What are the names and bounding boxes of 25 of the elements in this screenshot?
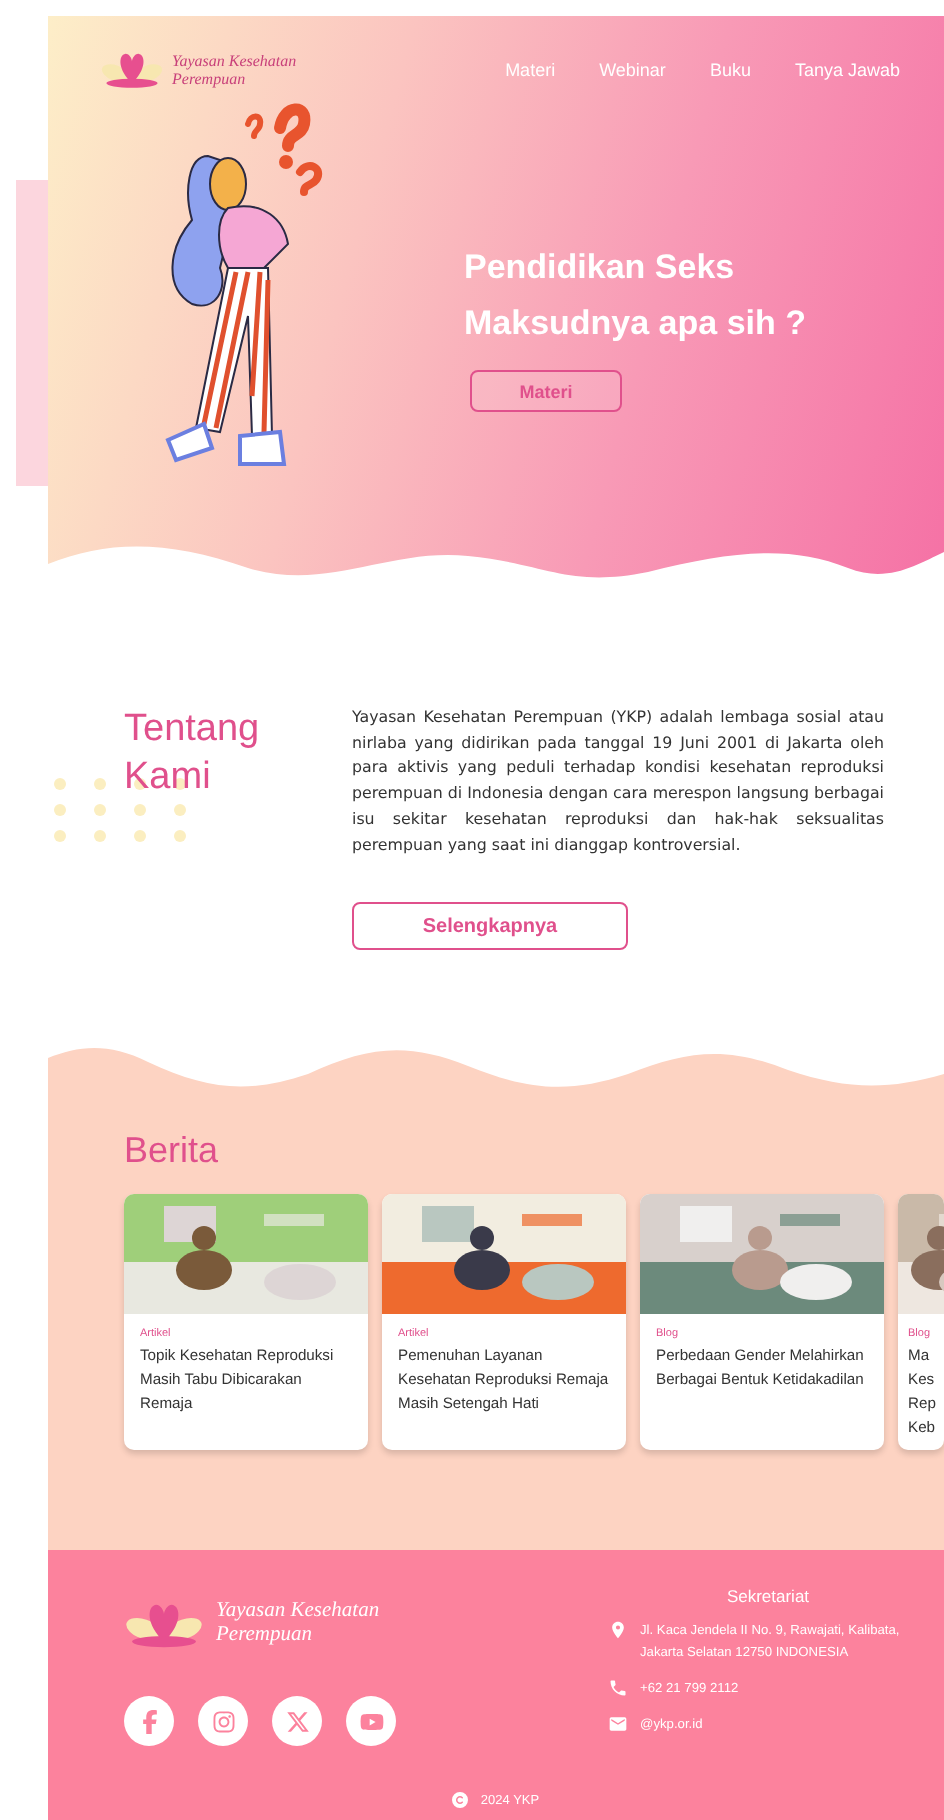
materi-button[interactable]: Materi: [470, 370, 622, 412]
facebook-link[interactable]: [124, 1696, 174, 1746]
section-heading: Berita: [124, 1130, 221, 1170]
facebook-icon: [137, 1709, 161, 1733]
youtube-icon: [359, 1709, 383, 1733]
x-icon: [285, 1709, 309, 1733]
read-more-button[interactable]: Selengkapnya: [352, 902, 628, 951]
lotus-logo-icon: [100, 50, 164, 90]
nav-link[interactable]: Webinar: [599, 60, 666, 80]
location-pin-icon: [608, 1620, 628, 1640]
copyright-icon: [452, 1792, 469, 1808]
nav-link[interactable]: Tanya Jawab: [794, 60, 900, 80]
lotus-logo-icon: [124, 1600, 204, 1648]
hero-title: Pendidikan Seks Maksudnya apa sih ?: [464, 246, 808, 346]
brand-name: Yayasan Kesehatan Perempuan: [216, 1600, 382, 1648]
instagram-icon: [211, 1709, 235, 1733]
x-link[interactable]: [272, 1696, 322, 1746]
nav-link[interactable]: Buku: [709, 60, 751, 80]
instagram-link[interactable]: [198, 1696, 248, 1746]
logo-text: Yayasan Kesehatan Perempuan: [172, 52, 299, 88]
section-heading: Tentang Kami: [124, 706, 262, 802]
phone-icon: [608, 1678, 628, 1698]
contact-heading: Sekretariat: [724, 1586, 812, 1606]
youtube-link[interactable]: [346, 1696, 396, 1746]
mail-icon: [608, 1714, 628, 1734]
